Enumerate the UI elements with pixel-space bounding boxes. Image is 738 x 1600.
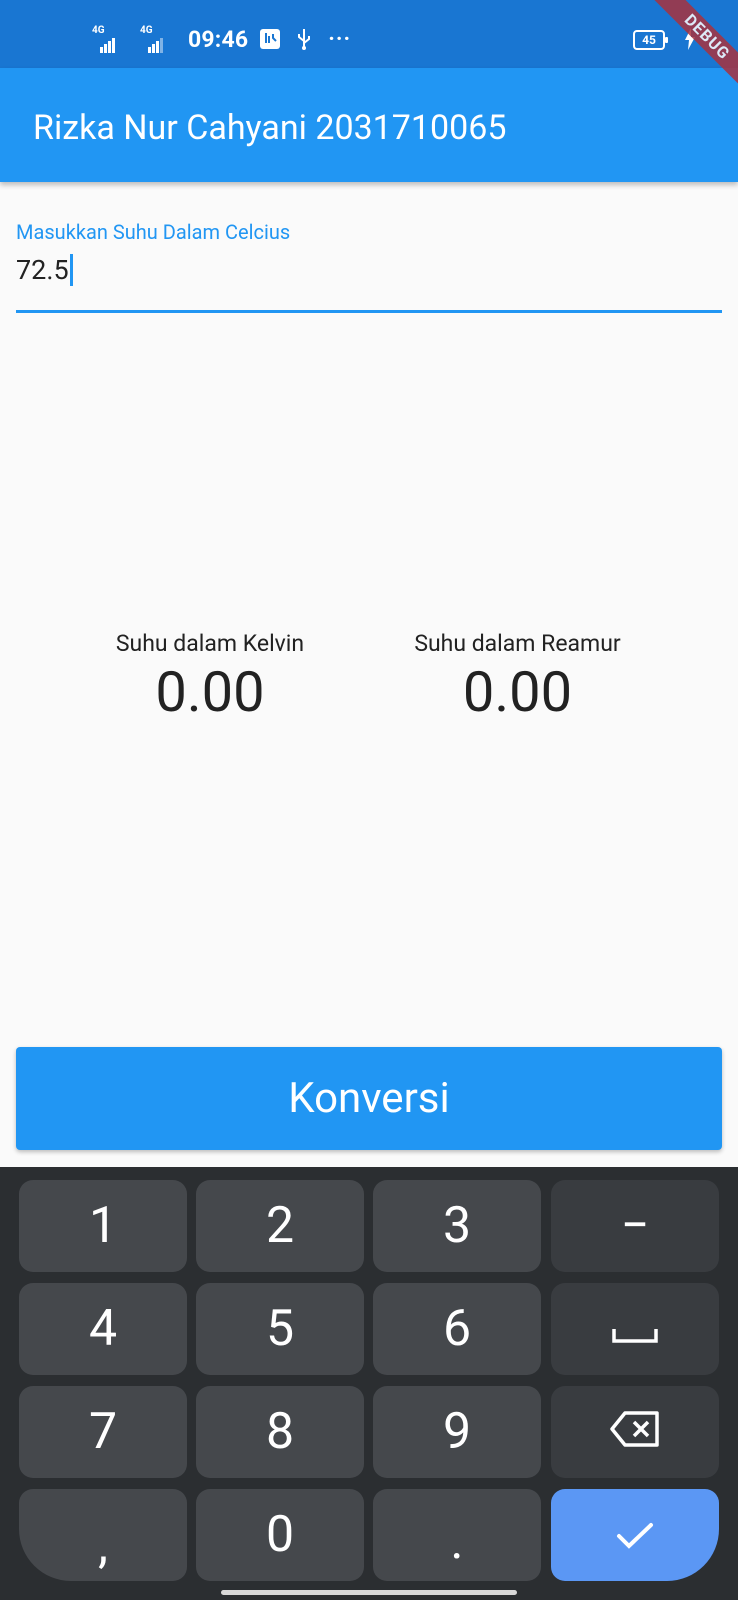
status-left: 4G 4G 09:46 ··· [92,24,351,54]
key-backspace[interactable] [551,1386,719,1478]
celsius-input-label: Masukkan Suhu Dalam Celcius [16,220,291,244]
signal-icon: 4G [92,25,130,53]
usb-icon [292,27,316,51]
kelvin-value: 0.00 [155,659,265,725]
key-6[interactable]: 6 [373,1283,541,1375]
key-period[interactable]: . [373,1489,541,1581]
key-0[interactable]: 0 [196,1489,364,1581]
key-7[interactable]: 7 [19,1386,187,1478]
key-5[interactable]: 5 [196,1283,364,1375]
key-3[interactable]: 3 [373,1180,541,1272]
backspace-icon [609,1403,661,1461]
battery-icon: 45 [633,30,668,50]
more-icon: ··· [328,26,352,52]
home-indicator[interactable] [221,1590,517,1595]
key-space[interactable] [551,1283,719,1375]
signal-icon: 4G [140,25,178,53]
celsius-input-value[interactable]: 72.5 [16,254,73,286]
key-4[interactable]: 4 [19,1283,187,1375]
app-title: Rizka Nur Cahyani 2031710065 [33,108,507,148]
celsius-input-text: 72.5 [16,254,69,286]
reamur-value: 0.00 [462,659,573,725]
celsius-input[interactable]: Masukkan Suhu Dalam Celcius 72.5 [16,210,722,316]
key-2[interactable]: 2 [196,1180,364,1272]
key-1[interactable]: 1 [19,1180,187,1272]
convert-button[interactable]: Konversi [16,1047,722,1150]
reamur-result: Suhu dalam Reamur 0.00 [390,630,645,725]
check-icon [615,1506,655,1564]
key-9[interactable]: 9 [373,1386,541,1478]
status-bar: 4G 4G 09:46 ··· 45 [0,0,738,68]
text-cursor [69,254,73,286]
key-minus[interactable]: − [551,1180,719,1272]
key-done[interactable] [551,1489,719,1581]
reamur-label: Suhu dalam Reamur [414,630,621,657]
key-8[interactable]: 8 [196,1386,364,1478]
notification-icon [258,27,282,51]
space-icon [611,1300,659,1358]
kelvin-result: Suhu dalam Kelvin 0.00 [90,630,330,725]
numeric-keyboard: 1 2 3 − 4 5 6 7 8 9 , 0 . [0,1167,738,1600]
kelvin-label: Suhu dalam Kelvin [115,630,305,657]
clock: 09:46 [188,25,249,53]
app-bar: Rizka Nur Cahyani 2031710065 [0,68,738,182]
celsius-input-underline [16,310,722,313]
key-comma[interactable]: , [19,1489,187,1581]
